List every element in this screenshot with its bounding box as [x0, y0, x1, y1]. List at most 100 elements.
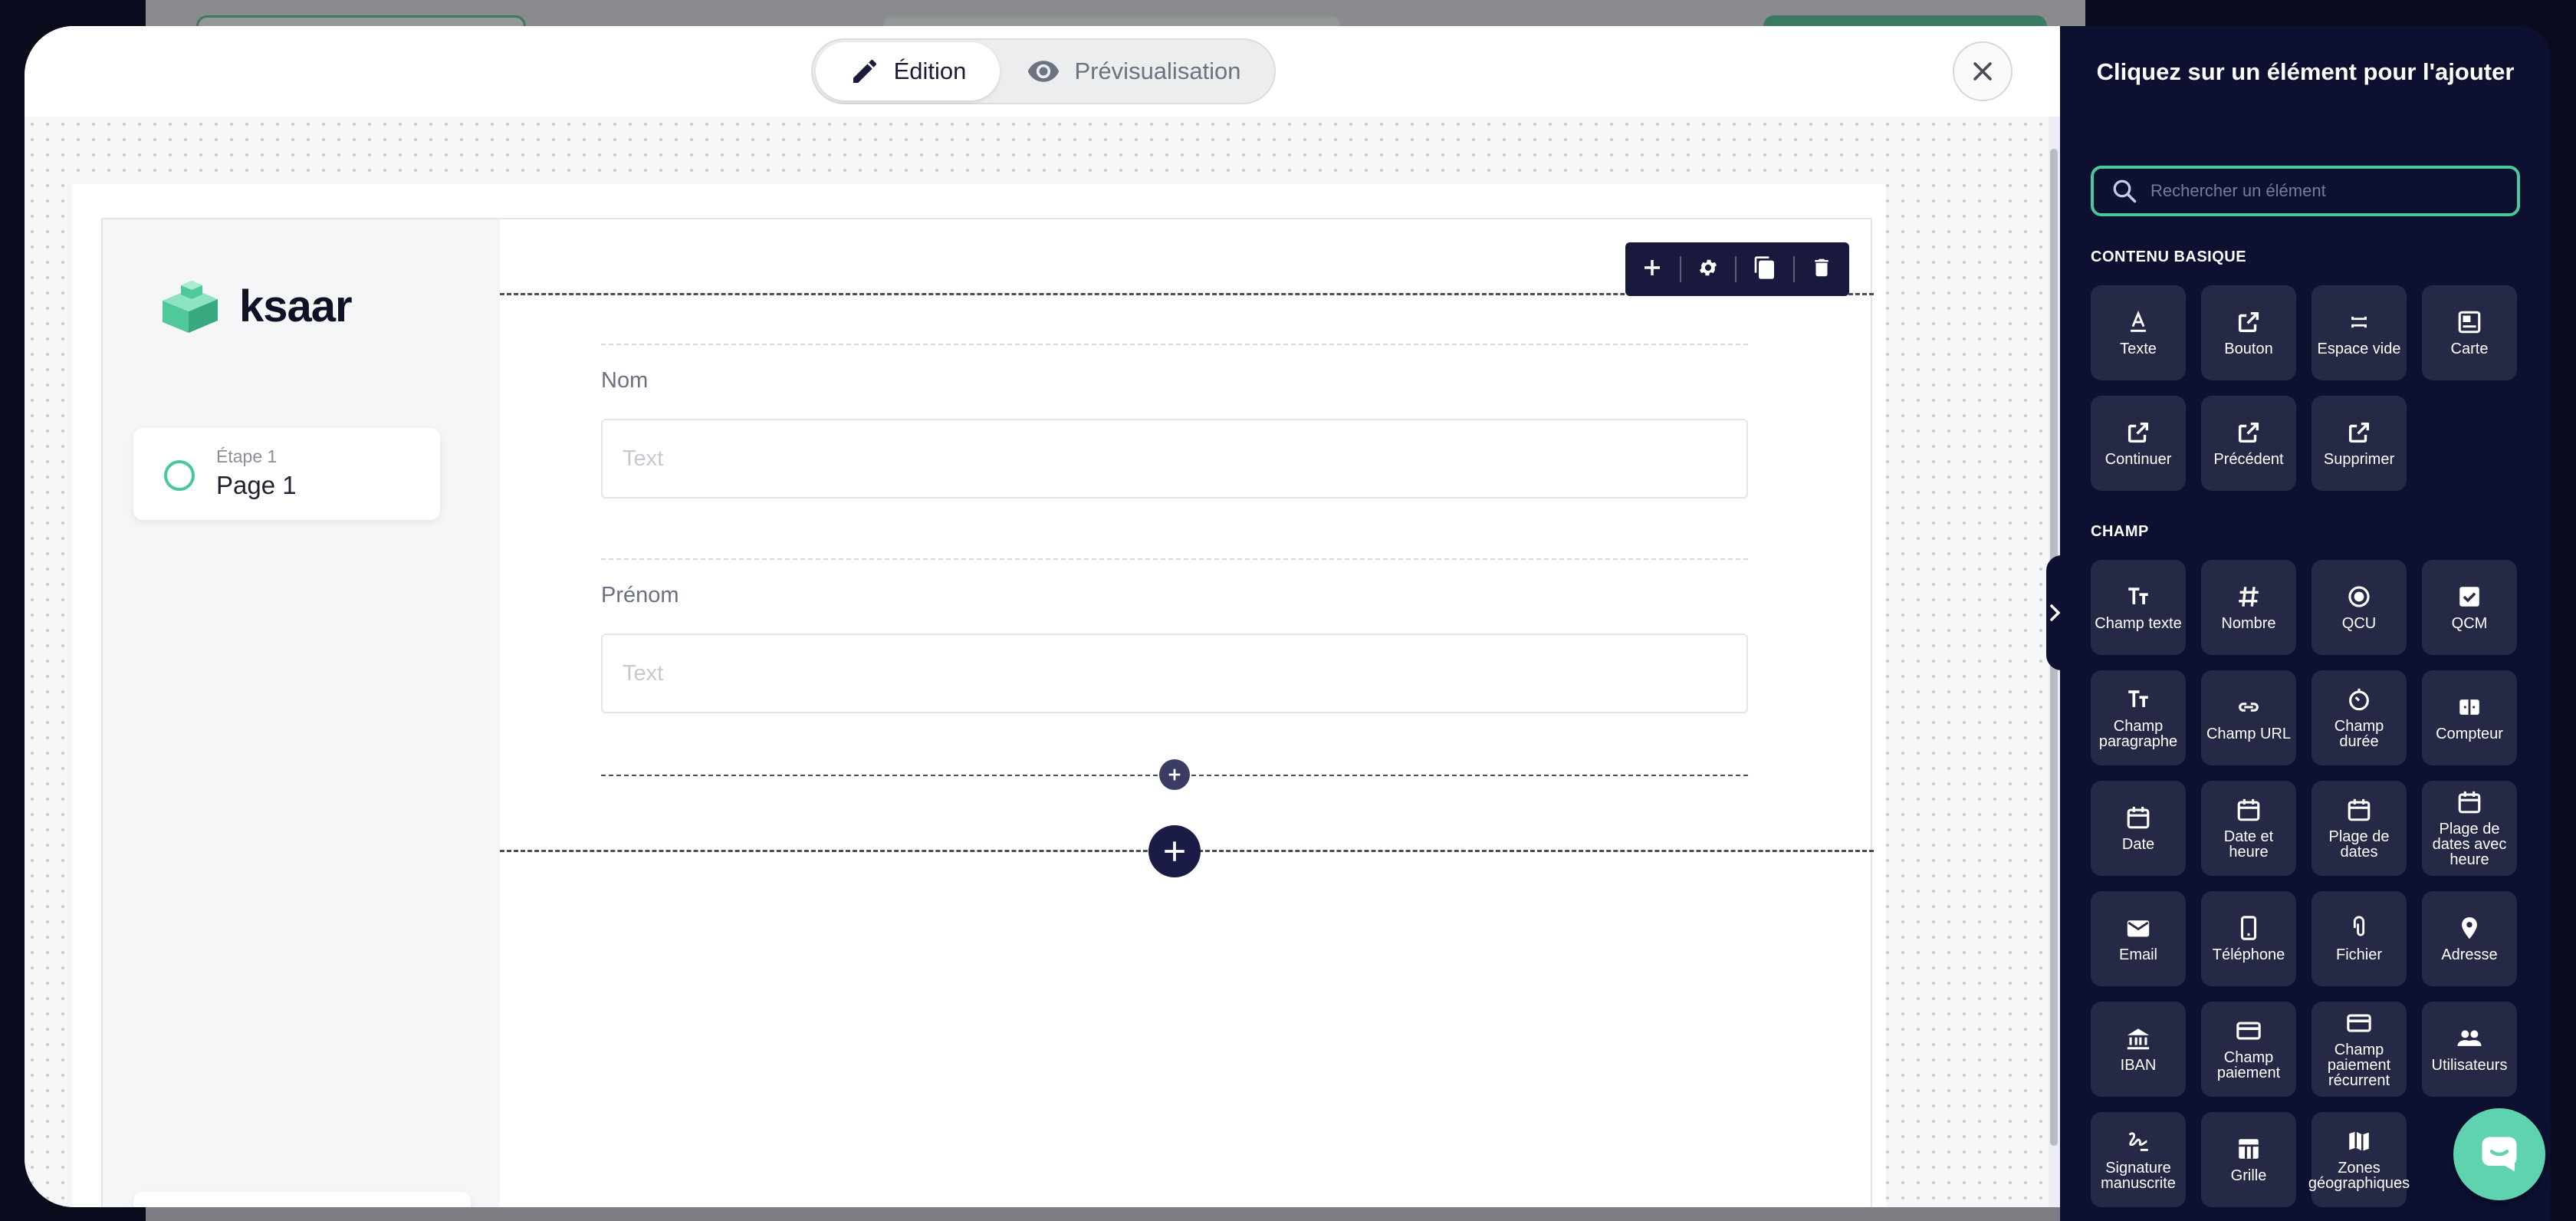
elements-panel: Cliquez sur un élément pour l'ajouter CO…: [2060, 26, 2551, 1221]
element-tile[interactable]: Date et heure: [2201, 781, 2296, 876]
nom-input[interactable]: Text: [601, 419, 1748, 499]
toolbar-divider: [1680, 256, 1682, 282]
pencil-icon: [853, 59, 876, 83]
editor-canvas: ksaar Étape 1 Page 1 Nom Text Prénom Tex…: [25, 117, 2049, 1207]
trash-icon[interactable]: [1810, 256, 1833, 283]
element-tile[interactable]: Email: [2091, 891, 2186, 986]
phone-icon: [2236, 915, 2262, 941]
element-tile[interactable]: Plage de dates: [2312, 781, 2407, 876]
element-tile[interactable]: Fichier: [2312, 891, 2407, 986]
edit-mode-label: Édition: [893, 58, 967, 84]
element-tile[interactable]: Zones géographiques: [2308, 1112, 2410, 1207]
element-tile[interactable]: Champ paiement: [2201, 1002, 2296, 1097]
calendar-icon: [2125, 805, 2151, 831]
element-tile[interactable]: Compteur: [2422, 670, 2517, 765]
field-label-nom: Nom: [601, 368, 649, 393]
element-tile-label: Champ paiement: [2216, 1049, 2281, 1081]
close-button[interactable]: [1953, 41, 2013, 101]
element-tile[interactable]: Bouton: [2201, 285, 2296, 380]
element-tile[interactable]: Adresse: [2422, 891, 2517, 986]
element-tile-label: IBAN: [2120, 1057, 2157, 1074]
field-separator: [601, 344, 1748, 345]
basic-content-grid: Texte Bouton Espace vide Carte Continuer Préc…: [2091, 285, 2517, 491]
element-tile[interactable]: Téléphone: [2201, 891, 2296, 986]
element-tile[interactable]: QCU: [2312, 560, 2407, 655]
field-label-prenom: Prénom: [601, 583, 679, 607]
timer-icon: [2346, 686, 2372, 713]
edit-mode-button[interactable]: Édition: [816, 42, 1000, 100]
counter-icon: [2456, 694, 2482, 720]
element-tile-label: Espace vide: [2317, 341, 2401, 357]
duplicate-icon[interactable]: [1753, 255, 1777, 284]
element-tile[interactable]: Champ durée: [2312, 670, 2407, 765]
element-tile-label: Nombre: [2221, 615, 2276, 632]
add-block-icon[interactable]: [1641, 256, 1664, 283]
element-tile-label: Date: [2121, 836, 2155, 853]
element-tile-label: QCM: [2451, 615, 2488, 632]
element-tile[interactable]: IBAN: [2091, 1002, 2186, 1097]
modal-header: Édition Prévisualisation: [25, 26, 2060, 117]
add-block-button[interactable]: [1148, 825, 1201, 877]
element-tile-label: Plage de dates: [2328, 828, 2390, 861]
external-link-icon: [2236, 420, 2262, 446]
collapse-panel-button[interactable]: [2046, 555, 2065, 670]
calendar-icon: [2236, 797, 2262, 823]
search-box[interactable]: [2091, 166, 2520, 216]
element-tile-label: Supprimer: [2323, 451, 2395, 468]
background-strip: [146, 1206, 2060, 1221]
element-tile[interactable]: Supprimer: [2312, 396, 2407, 491]
element-tile[interactable]: Grille: [2201, 1112, 2296, 1207]
block-toolbar: [1625, 242, 1849, 296]
section-title-field: CHAMP: [2091, 523, 2149, 540]
element-tile[interactable]: Date: [2091, 781, 2186, 876]
form-content: Nom Text Prénom Text: [500, 219, 1874, 1207]
element-tile[interactable]: Champ URL: [2201, 670, 2296, 765]
form-preview: ksaar Étape 1 Page 1 Nom Text Prénom Tex…: [101, 218, 1874, 1207]
element-tile[interactable]: Champ paragraphe: [2091, 670, 2186, 765]
grid-icon: [2236, 1136, 2262, 1162]
element-tile-label: Bouton: [2224, 341, 2273, 357]
preview-mode-label: Prévisualisation: [1074, 58, 1241, 84]
element-tile[interactable]: Précédent: [2201, 396, 2296, 491]
element-tile-label: Continuer: [2104, 451, 2172, 468]
user-card[interactable]: [133, 1192, 471, 1207]
form-editor-modal: Édition Prévisualisation ksaar Étape 1 P…: [25, 26, 2060, 1207]
preview-mode-button[interactable]: Prévisualisation: [1000, 42, 1268, 100]
checkbox-icon: [2456, 584, 2482, 610]
gear-icon[interactable]: [1697, 257, 1719, 282]
ksaar-logo: ksaar: [158, 278, 353, 334]
element-tile[interactable]: Nombre: [2201, 560, 2296, 655]
text-field-icon: [2125, 584, 2151, 610]
element-tile[interactable]: QCM: [2422, 560, 2517, 655]
prenom-input[interactable]: Text: [601, 634, 1748, 713]
element-tile[interactable]: Texte: [2091, 285, 2186, 380]
panel-title: Cliquez sur un élément pour l'ajouter: [2096, 58, 2515, 85]
card-icon: [2456, 309, 2482, 335]
external-link-icon: [2236, 309, 2262, 335]
element-tile-label: Champ durée: [2334, 718, 2384, 750]
section-title-basic: CONTENU BASIQUE: [2091, 248, 2247, 265]
element-tile[interactable]: Signature manuscrite: [2091, 1112, 2186, 1207]
step-item[interactable]: Étape 1 Page 1: [133, 428, 440, 520]
text-icon: [2125, 309, 2151, 335]
map-icon: [2346, 1128, 2372, 1154]
search-icon: [2113, 179, 2137, 203]
field-grid: Champ texte Nombre QCU QCM Champ paragraphe C…: [2091, 560, 2517, 1207]
external-link-icon: [2125, 420, 2151, 446]
search-input[interactable]: [2150, 181, 2488, 201]
element-tile-label: Téléphone: [2212, 946, 2285, 963]
element-tile[interactable]: Plage de dates avec heure: [2422, 781, 2517, 876]
element-tile-label: Email: [2118, 946, 2157, 963]
element-tile[interactable]: Champ texte: [2091, 560, 2186, 655]
element-tile-label: Champ paiement récurrent: [2327, 1042, 2391, 1089]
close-icon: [1973, 62, 1992, 81]
add-field-button[interactable]: [1159, 759, 1190, 790]
element-tile-label: Champ texte: [2095, 615, 2182, 632]
element-tile[interactable]: Continuer: [2091, 396, 2186, 491]
element-tile[interactable]: Espace vide: [2312, 285, 2407, 380]
field-separator: [601, 558, 1748, 560]
element-tile[interactable]: Utilisateurs: [2422, 1002, 2517, 1097]
element-tile[interactable]: Carte: [2422, 285, 2517, 380]
chat-button[interactable]: [2453, 1108, 2545, 1200]
element-tile[interactable]: Champ paiement récurrent: [2312, 1002, 2407, 1097]
